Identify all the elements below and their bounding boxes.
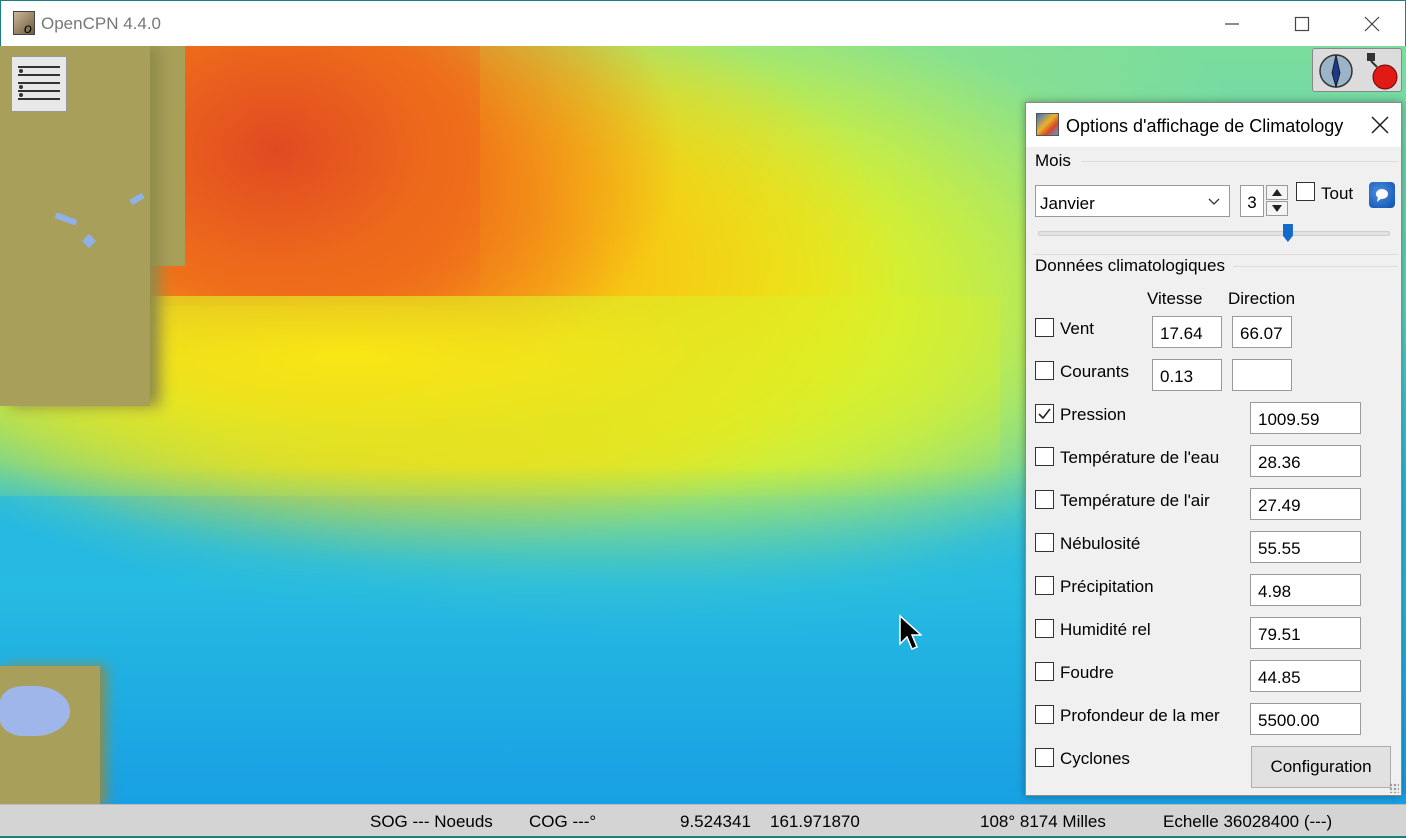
row-checkbox[interactable]	[1035, 318, 1054, 337]
all-months-checkbox[interactable]	[1296, 182, 1315, 201]
configuration-button[interactable]: Configuration	[1251, 746, 1391, 788]
maximize-button[interactable]	[1267, 1, 1337, 47]
row-checkbox[interactable]	[1035, 404, 1054, 423]
arrow-down-icon	[1272, 205, 1282, 212]
direction-column-header: Direction	[1228, 289, 1296, 308]
speed-column-header: Vitesse	[1147, 289, 1203, 308]
speed-field[interactable]: 0.13	[1152, 359, 1222, 391]
notification-button[interactable]	[1369, 182, 1395, 208]
chevron-down-icon	[1208, 198, 1220, 205]
value-field[interactable]: 28.36	[1250, 445, 1361, 477]
compass-widget[interactable]	[1312, 48, 1402, 92]
value-field[interactable]: 44.85	[1250, 660, 1361, 692]
longitude-readout: 161.971870	[770, 812, 860, 831]
mouse-cursor	[899, 614, 922, 650]
row-checkbox[interactable]	[1035, 447, 1054, 466]
maximize-icon	[1294, 16, 1310, 32]
dialog-close-button[interactable]	[1366, 111, 1394, 139]
dialog-title: Options d'affichage de Climatology	[1066, 116, 1344, 136]
window-titlebar: o OpenCPN 4.4.0	[0, 0, 1406, 46]
minimize-button[interactable]	[1197, 1, 1267, 47]
compass-icon	[1319, 54, 1353, 89]
month-slider-track[interactable]	[1038, 231, 1390, 236]
row-label: Température de l'air	[1060, 491, 1210, 510]
value-field[interactable]: 5500.00	[1250, 703, 1361, 735]
climatology-options-dialog: Options d'affichage de Climatology Mois …	[1025, 102, 1402, 796]
close-icon	[1371, 116, 1389, 134]
value-field[interactable]: 4.98	[1250, 574, 1361, 606]
sog-readout: SOG --- Noeuds	[370, 812, 493, 831]
row-label: Profondeur de la mer	[1060, 706, 1220, 725]
cog-readout: COG ---°	[529, 812, 597, 831]
value-field[interactable]: 1009.59	[1250, 402, 1361, 434]
latitude-readout: 9.524341	[680, 812, 751, 831]
row-label: Précipitation	[1060, 577, 1154, 596]
data-section-label: Données climatologiques	[1035, 256, 1225, 275]
row-checkbox[interactable]	[1035, 748, 1054, 767]
row-checkbox[interactable]	[1035, 662, 1054, 681]
spin-up-button[interactable]	[1266, 185, 1288, 200]
row-label: Nébulosité	[1060, 534, 1141, 553]
spin-down-button[interactable]	[1266, 201, 1288, 216]
status-bar: SOG --- Noeuds COG ---° 9.524341 161.971…	[0, 804, 1406, 838]
row-checkbox[interactable]	[1035, 619, 1054, 638]
row-checkbox[interactable]	[1035, 490, 1054, 509]
value-field[interactable]: 55.55	[1250, 531, 1361, 563]
close-window-button[interactable]	[1337, 1, 1406, 47]
direction-field[interactable]: 66.07	[1232, 316, 1292, 348]
section-divider	[1034, 254, 1398, 255]
row-label: Foudre	[1060, 663, 1114, 682]
opencpn-app-icon: o	[13, 11, 35, 36]
climatology-overlay-warm	[140, 46, 480, 306]
value-field[interactable]: 27.49	[1250, 488, 1361, 520]
row-label: Vent	[1060, 319, 1095, 338]
chart-menu-icon	[18, 66, 60, 100]
row-checkbox[interactable]	[1035, 361, 1054, 380]
month-select[interactable]: Janvier	[1035, 185, 1230, 217]
month-select-value: Janvier	[1040, 194, 1095, 213]
row-label: Cyclones	[1060, 749, 1130, 768]
speed-field[interactable]: 17.64	[1152, 316, 1222, 348]
minimize-icon	[1225, 23, 1239, 25]
row-label: Humidité rel	[1060, 620, 1151, 639]
speech-bubble-icon	[1376, 189, 1388, 202]
resize-grip[interactable]	[1389, 783, 1399, 793]
section-divider	[1081, 161, 1398, 162]
section-divider	[1233, 266, 1398, 267]
arrow-up-icon	[1272, 189, 1282, 196]
water-inlet	[0, 686, 70, 736]
climatology-icon	[1036, 113, 1059, 136]
checkmark-icon	[1038, 408, 1051, 420]
row-checkbox[interactable]	[1035, 533, 1054, 552]
scale-readout: Echelle 36028400 (---)	[1163, 812, 1333, 831]
row-checkbox[interactable]	[1035, 576, 1054, 595]
close-icon	[1364, 16, 1380, 32]
dialog-titlebar[interactable]: Options d'affichage de Climatology	[1026, 103, 1401, 147]
direction-field[interactable]	[1232, 359, 1292, 391]
record-icon	[1367, 53, 1398, 90]
chart-menu-button[interactable]	[11, 56, 67, 112]
month-slider-thumb[interactable]	[1282, 224, 1293, 242]
month-section-label: Mois	[1035, 151, 1071, 170]
window-title: OpenCPN 4.4.0	[41, 14, 162, 33]
all-months-label: Tout	[1321, 184, 1354, 203]
value-field[interactable]: 79.51	[1250, 617, 1361, 649]
bearing-distance-readout: 108° 8174 Milles	[980, 812, 1106, 831]
row-label: Pression	[1060, 405, 1127, 424]
month-spin-value[interactable]: 3	[1240, 185, 1264, 217]
row-label: Température de l'eau	[1060, 448, 1220, 467]
row-checkbox[interactable]	[1035, 705, 1054, 724]
row-label: Courants	[1060, 362, 1129, 381]
